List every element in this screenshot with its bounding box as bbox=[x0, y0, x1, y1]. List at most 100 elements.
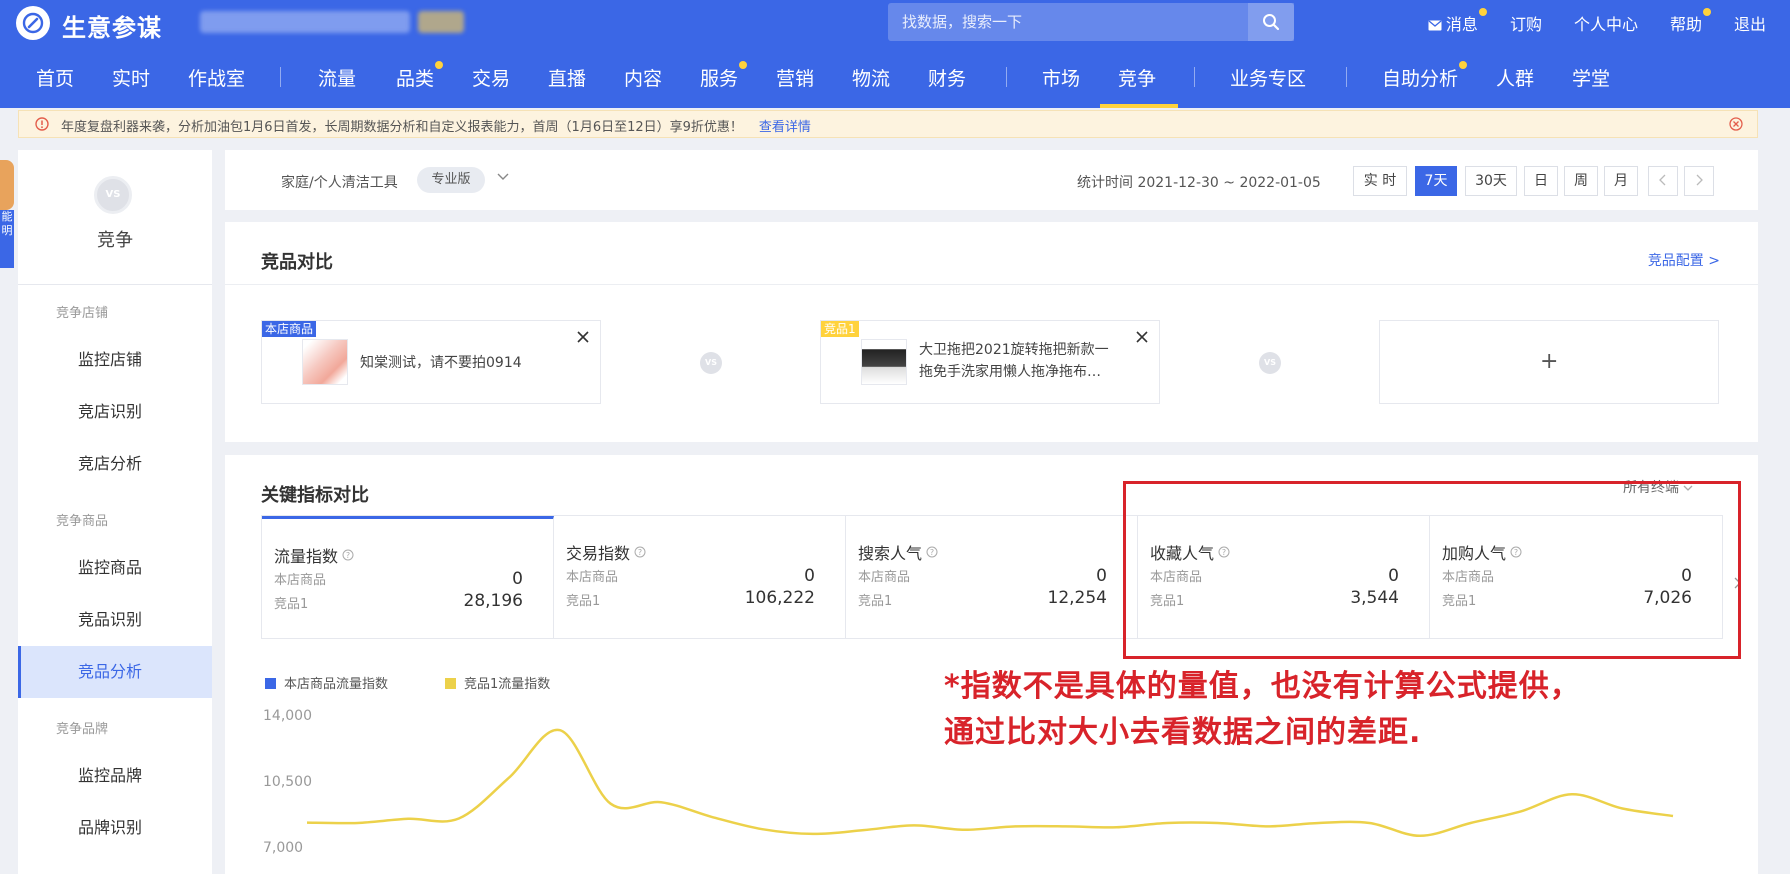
add-competitor-card[interactable]: + bbox=[1379, 320, 1719, 404]
metric-comp-label: 竞品1 bbox=[858, 594, 893, 609]
range-button-realtime[interactable]: 实 时 bbox=[1353, 166, 1407, 196]
metric-self-label: 本店商品 bbox=[566, 570, 619, 585]
self-product-name: 知棠测试，请不要拍0914 bbox=[360, 355, 522, 371]
notify-dot bbox=[1459, 61, 1468, 69]
legend-swatch bbox=[445, 678, 456, 689]
nav-item-self-analysis[interactable]: 自助分析 bbox=[1382, 61, 1468, 91]
notify-dot bbox=[739, 61, 748, 69]
top-link-subscribe[interactable]: 订购 bbox=[1510, 11, 1542, 35]
sidebar: VS 竞争 竞争店铺 监控店铺 竞店识别 竞店分析 竞争商品 监控商品 竞品识别… bbox=[18, 150, 212, 874]
nav-item-live[interactable]: 直播 bbox=[548, 64, 586, 91]
chevron-down-icon[interactable] bbox=[497, 173, 509, 181]
nav-item-market[interactable]: 市场 bbox=[1042, 64, 1080, 91]
nav-item-marketing[interactable]: 营销 bbox=[776, 64, 814, 91]
top-link-profile[interactable]: 个人中心 bbox=[1574, 11, 1638, 35]
nav-item-competition[interactable]: 竞争 bbox=[1118, 64, 1156, 91]
nav-item-content[interactable]: 内容 bbox=[624, 64, 662, 91]
nav-item-category[interactable]: 品类 bbox=[396, 61, 444, 91]
help-icon[interactable]: ? bbox=[634, 546, 646, 558]
sidebar-item-shop-identify[interactable]: 竞店识别 bbox=[18, 386, 212, 438]
metrics-title: 关键指标对比 bbox=[261, 485, 369, 506]
top-links: 消息 订购 个人中心 帮助 退出 bbox=[1412, 0, 1790, 46]
edition-tag[interactable]: 专业版 bbox=[417, 167, 485, 193]
nav-item-realtime[interactable]: 实时 bbox=[112, 64, 150, 91]
compare-config-link[interactable]: 竞品配置 > bbox=[1648, 250, 1720, 270]
nav-item-crowd[interactable]: 人群 bbox=[1496, 64, 1534, 91]
metric-card-traffic[interactable]: 流量指数? 本店商品 0 竞品1 28,196 bbox=[262, 516, 554, 638]
range-button-week[interactable]: 周 bbox=[1564, 166, 1598, 196]
chevron-right-icon bbox=[1696, 174, 1703, 186]
nav-divider bbox=[1194, 67, 1195, 87]
sidebar-item-product-identify[interactable]: 竞品识别 bbox=[18, 594, 212, 646]
range-button-day[interactable]: 日 bbox=[1524, 166, 1558, 196]
nav-item-service[interactable]: 服务 bbox=[700, 61, 748, 91]
legend-label: 本店商品流量指数 bbox=[284, 677, 389, 692]
sidebar-divider bbox=[18, 284, 212, 285]
nav-item-traffic[interactable]: 流量 bbox=[318, 64, 356, 91]
competitor-name-line: 大卫拖把2021旋转拖把新款一 bbox=[919, 342, 1109, 358]
sidebar-item-monitor-shop[interactable]: 监控店铺 bbox=[18, 334, 212, 386]
sidebar-item-monitor-brand[interactable]: 监控品牌 bbox=[18, 750, 212, 802]
metric-title: 流量指数 bbox=[274, 547, 339, 566]
vs-icon: VS bbox=[1259, 352, 1281, 374]
brand-name[interactable]: 生意参谋 bbox=[62, 8, 162, 43]
nav-item-academy[interactable]: 学堂 bbox=[1572, 64, 1610, 91]
metric-card-trade[interactable]: 交易指数? 本店商品 0 竞品1 106,222 bbox=[554, 516, 846, 638]
prev-period-button[interactable] bbox=[1648, 166, 1678, 196]
sidebar-item-shop-analysis[interactable]: 竞店分析 bbox=[18, 438, 212, 490]
notice-text: 年度复盘利器来袭，分析加油包1月6日首发，长周期数据分析和自定义报表能力，首周（… bbox=[61, 116, 811, 135]
top-link-help[interactable]: 帮助 bbox=[1670, 8, 1711, 35]
search-button[interactable] bbox=[1248, 3, 1294, 41]
help-icon[interactable]: ? bbox=[926, 546, 938, 558]
metric-card-search[interactable]: 搜索人气? 本店商品 0 竞品1 12,254 bbox=[846, 516, 1138, 638]
close-icon[interactable] bbox=[1135, 330, 1149, 344]
nav-item-label: 自助分析 bbox=[1382, 68, 1459, 90]
nav-item-home[interactable]: 首页 bbox=[36, 64, 74, 91]
sidebar-item-brand-identify[interactable]: 品牌识别 bbox=[18, 802, 212, 854]
category-breadcrumb[interactable]: 家庭/个人清洁工具 bbox=[281, 172, 398, 192]
nav-item-trade[interactable]: 交易 bbox=[472, 64, 510, 91]
mascot-widget[interactable]: 能明 bbox=[0, 160, 14, 270]
nav-item-business[interactable]: 业务专区 bbox=[1230, 64, 1306, 91]
metric-title: 搜索人气 bbox=[858, 544, 923, 563]
notice-message: 年度复盘利器来袭，分析加油包1月6日首发，长周期数据分析和自定义报表能力，首周（… bbox=[61, 120, 743, 135]
metric-self-value: 0 bbox=[804, 566, 815, 586]
metric-comp-value: 12,254 bbox=[1047, 588, 1107, 608]
nav-item-logistics[interactable]: 物流 bbox=[852, 64, 890, 91]
sidebar-group-label: 竞争店铺 bbox=[56, 306, 109, 321]
warning-icon bbox=[35, 117, 49, 131]
metric-comp-label: 竞品1 bbox=[566, 594, 601, 609]
svg-text:?: ? bbox=[346, 551, 350, 560]
top-link-logout[interactable]: 退出 bbox=[1734, 11, 1766, 35]
range-button-month[interactable]: 月 bbox=[1604, 166, 1638, 196]
competitor-product-card[interactable]: 竞品1 大卫拖把2021旋转拖把新款一 拖免手洗家用懒人拖净拖布… bbox=[820, 320, 1160, 404]
shop-name-blurred bbox=[200, 11, 410, 33]
competitor-name-line: 拖免手洗家用懒人拖净拖布… bbox=[919, 364, 1101, 380]
metric-self-value: 0 bbox=[1096, 566, 1107, 586]
svg-text:?: ? bbox=[638, 548, 642, 557]
search-box bbox=[888, 3, 1294, 41]
logo-icon[interactable] bbox=[16, 6, 50, 40]
metric-name: 交易指数? bbox=[566, 540, 646, 564]
nav-item-finance[interactable]: 财务 bbox=[928, 64, 966, 91]
legend-item-competitor[interactable]: 竞品1流量指数 bbox=[445, 673, 550, 692]
search-input[interactable] bbox=[888, 3, 1248, 41]
filter-bar: 家庭/个人清洁工具 专业版 统计时间 2021-12-30 ~ 2022-01-… bbox=[225, 150, 1758, 210]
next-period-button[interactable] bbox=[1684, 166, 1714, 196]
legend-label: 竞品1流量指数 bbox=[464, 677, 551, 692]
legend-item-self[interactable]: 本店商品流量指数 bbox=[265, 673, 388, 692]
range-button-30d[interactable]: 30天 bbox=[1465, 166, 1517, 196]
top-link-messages[interactable]: 消息 bbox=[1428, 8, 1487, 35]
nav-item-label: 品类 bbox=[396, 68, 435, 90]
self-product-card[interactable]: 本店商品 知棠测试，请不要拍0914 bbox=[261, 320, 601, 404]
sidebar-item-monitor-product[interactable]: 监控商品 bbox=[18, 542, 212, 594]
close-icon[interactable] bbox=[576, 330, 590, 344]
vs-icon: VS bbox=[94, 176, 132, 214]
nav-item-label: 服务 bbox=[700, 68, 739, 90]
range-button-7d[interactable]: 7天 bbox=[1415, 166, 1457, 196]
help-icon[interactable]: ? bbox=[342, 549, 354, 561]
close-icon[interactable] bbox=[1729, 117, 1743, 131]
sidebar-item-product-analysis[interactable]: 竞品分析 bbox=[18, 646, 212, 698]
notice-detail-link[interactable]: 查看详情 bbox=[759, 120, 811, 135]
nav-item-war-room[interactable]: 作战室 bbox=[188, 64, 245, 91]
